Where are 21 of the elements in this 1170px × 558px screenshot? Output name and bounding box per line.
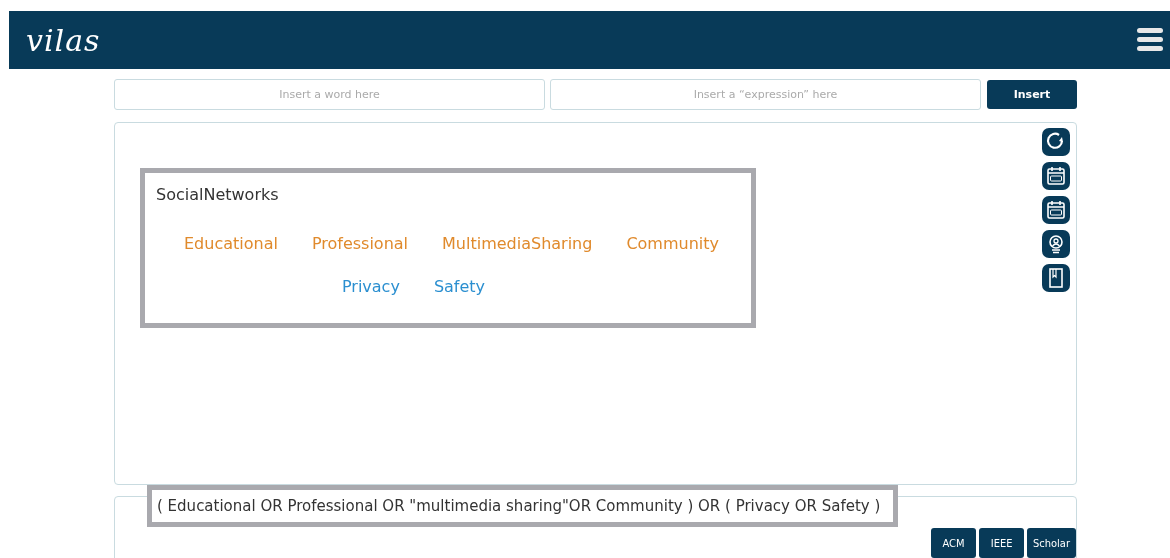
book-icon[interactable] [1042,264,1070,292]
source-button[interactable]: ACM [931,528,977,558]
calendar-icon[interactable] [1042,196,1070,224]
logo[interactable]: vilas [26,22,101,58]
term-link[interactable]: Safety [433,277,486,296]
source-button[interactable]: Scholar [1027,528,1076,558]
term-link[interactable]: Privacy [341,277,400,296]
term-link[interactable]: Professional [311,234,409,253]
search-field[interactable]: Insert a “expression” here [550,79,981,110]
refresh-icon[interactable] [1042,128,1070,156]
term-link[interactable]: Educational [183,234,278,253]
calendar-icon[interactable] [1042,162,1070,190]
source-button[interactable]: IEEE [979,528,1025,558]
concept-title: SocialNetworks [156,185,280,204]
term-link[interactable]: MultimediaSharing [442,234,593,253]
term-link[interactable]: Community [626,234,719,253]
menu-icon[interactable] [1136,26,1164,54]
query-text: ( Educational OR Professional OR "multimedia sharing"OR Community ) OR ( Privacy OR Safety ) [147,485,898,527]
search-field[interactable]: Insert a word here [114,79,545,110]
insert-button[interactable]: Insert [987,80,1077,109]
person-icon[interactable] [1042,230,1070,258]
